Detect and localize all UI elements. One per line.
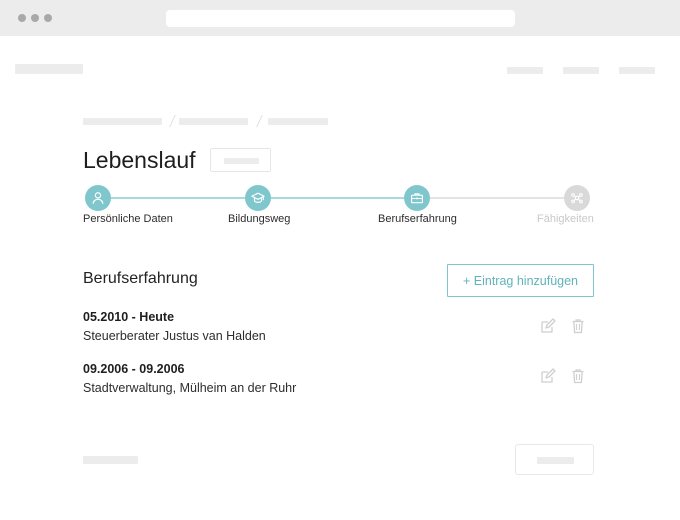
delete-entry-button[interactable] bbox=[570, 368, 588, 386]
step-connector bbox=[430, 197, 564, 199]
entry-date: 05.2010 - Heute bbox=[83, 310, 175, 324]
button-label-placeholder bbox=[537, 457, 574, 464]
step-persoenliche-daten[interactable] bbox=[85, 185, 111, 211]
user-icon bbox=[92, 192, 104, 204]
address-bar[interactable] bbox=[166, 10, 515, 27]
nav-item-placeholder[interactable] bbox=[563, 67, 599, 74]
page-content: Lebenslauf Persönliche Daten Bildungsweg… bbox=[0, 36, 680, 520]
briefcase-icon bbox=[411, 193, 423, 204]
breadcrumb-item-placeholder[interactable] bbox=[179, 118, 248, 125]
nav-item-placeholder[interactable] bbox=[507, 67, 543, 74]
share-nodes-icon bbox=[571, 193, 583, 204]
step-berufserfahrung[interactable] bbox=[404, 185, 430, 211]
step-label-persoenliche-daten: Persönliche Daten bbox=[83, 213, 173, 225]
nav-item-placeholder[interactable] bbox=[619, 67, 655, 74]
breadcrumb-item-placeholder[interactable] bbox=[268, 118, 328, 125]
step-connector bbox=[271, 197, 404, 199]
window-close-dot[interactable] bbox=[18, 14, 26, 22]
entry-description: Stadtverwaltung, Mülheim an der Ruhr bbox=[83, 381, 297, 395]
breadcrumb-separator bbox=[251, 115, 263, 127]
section-title: Berufserfahrung bbox=[83, 270, 198, 287]
back-link-placeholder[interactable] bbox=[83, 456, 138, 464]
badge-text-placeholder bbox=[224, 158, 259, 164]
step-bildungsweg[interactable] bbox=[245, 185, 271, 211]
next-button[interactable] bbox=[515, 444, 594, 475]
status-badge bbox=[210, 148, 271, 172]
edit-icon bbox=[541, 318, 556, 333]
trash-icon bbox=[572, 369, 584, 384]
window-maximize-dot[interactable] bbox=[44, 14, 52, 22]
edit-icon bbox=[541, 368, 556, 383]
step-label-bildungsweg: Bildungsweg bbox=[228, 213, 291, 225]
page-title: Lebenslauf bbox=[83, 147, 196, 173]
entry-date: 09.2006 - 09.2006 bbox=[83, 362, 185, 376]
browser-toolbar bbox=[0, 0, 680, 36]
logo-placeholder[interactable] bbox=[15, 64, 83, 74]
window-minimize-dot[interactable] bbox=[31, 14, 39, 22]
graduation-cap-icon bbox=[251, 192, 265, 203]
edit-entry-button[interactable] bbox=[540, 368, 558, 386]
step-faehigkeiten[interactable] bbox=[564, 185, 590, 211]
step-connector bbox=[111, 197, 245, 199]
add-entry-button[interactable]: + Eintrag hinzufügen bbox=[447, 264, 594, 297]
breadcrumb-item-placeholder[interactable] bbox=[83, 118, 162, 125]
edit-entry-button[interactable] bbox=[540, 318, 558, 336]
step-label-faehigkeiten: Fähigkeiten bbox=[537, 213, 594, 225]
entry-description: Steuerberater Justus van Halden bbox=[83, 329, 266, 343]
step-label-berufserfahrung: Berufserfahrung bbox=[378, 213, 457, 225]
breadcrumb-separator bbox=[164, 115, 176, 127]
delete-entry-button[interactable] bbox=[570, 318, 588, 336]
trash-icon bbox=[572, 319, 584, 334]
